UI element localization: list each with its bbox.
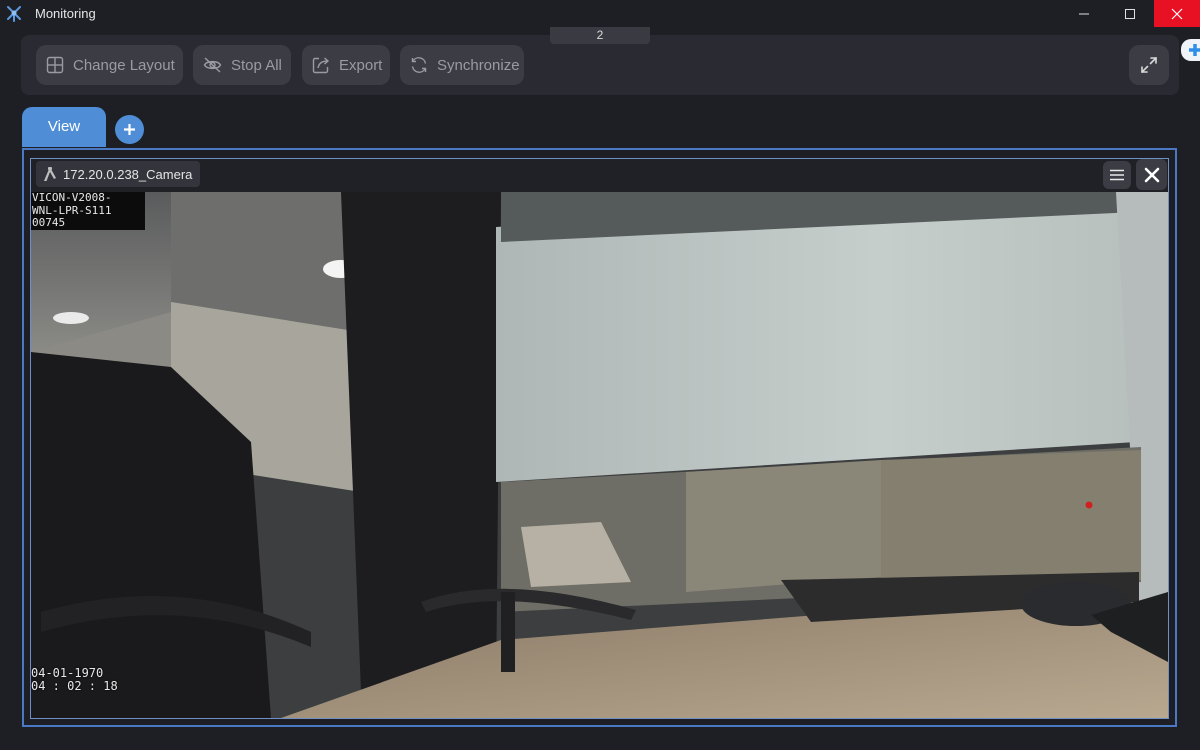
maximize-button[interactable] [1107, 0, 1153, 27]
minimize-button[interactable] [1061, 0, 1107, 27]
app-logo-icon [7, 6, 21, 22]
stop-all-button[interactable]: Stop All [193, 45, 291, 85]
grid-icon [46, 56, 64, 74]
camera-osd-model: VICON-V2008- WNL-LPR-S111 00745 [31, 191, 145, 230]
add-tab-button[interactable] [115, 115, 144, 144]
maximize-icon [1125, 8, 1135, 19]
osd-time: 04 : 02 : 18 [31, 679, 118, 693]
camera-name-badge[interactable]: 172.20.0.238_Camera [36, 161, 201, 187]
expand-icon [1141, 57, 1157, 73]
window-title: Monitoring [35, 6, 96, 21]
camera-name: 172.20.0.238_Camera [63, 166, 193, 182]
close-icon [1144, 167, 1159, 182]
hamburger-icon [1110, 169, 1124, 181]
eye-off-icon [203, 57, 222, 73]
stop-all-label: Stop All [231, 56, 282, 74]
plus-icon [124, 124, 135, 135]
change-layout-label: Change Layout [73, 56, 175, 74]
camera-osd-timestamp: 04-01-1970 04 : 02 : 18 [31, 667, 118, 693]
export-icon [312, 57, 330, 74]
plus-icon [1189, 44, 1200, 56]
close-window-button[interactable] [1154, 0, 1200, 27]
fullscreen-button[interactable] [1129, 45, 1169, 85]
camera-close-button[interactable] [1136, 159, 1167, 190]
camera-header [31, 159, 1168, 192]
tab-view[interactable]: View [22, 107, 106, 147]
synchronize-label: Synchronize [437, 56, 520, 74]
page-indicator[interactable]: 2 [550, 27, 650, 44]
sync-icon [411, 57, 427, 73]
export-button[interactable]: Export [302, 45, 390, 85]
side-add-button[interactable] [1181, 39, 1200, 61]
camera-video-feed[interactable] [31, 192, 1168, 718]
video-frame-image [31, 192, 1168, 718]
synchronize-button[interactable]: Synchronize [400, 45, 524, 85]
camera-menu-button[interactable] [1103, 161, 1131, 189]
close-icon [1171, 8, 1183, 19]
osd-date: 04-01-1970 [31, 666, 104, 680]
minimize-icon [1079, 13, 1089, 14]
title-bar: Monitoring [0, 0, 1200, 27]
export-label: Export [339, 56, 383, 74]
camera-icon [44, 167, 56, 181]
change-layout-button[interactable]: Change Layout [36, 45, 183, 85]
